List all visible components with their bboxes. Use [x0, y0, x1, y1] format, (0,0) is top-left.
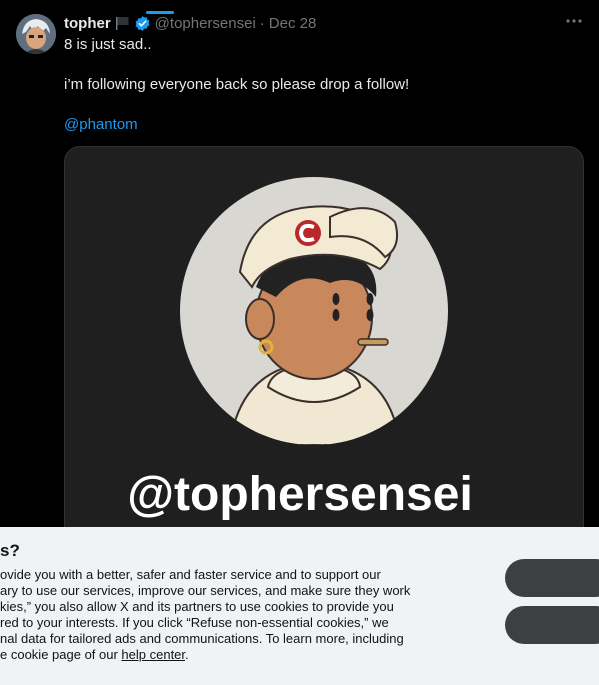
- profile-illustration: [180, 177, 448, 445]
- tweet-date[interactable]: Dec 28: [269, 15, 317, 32]
- cookie-line-3: kies,” you also allow X and its partners…: [0, 599, 394, 614]
- accept-all-cookies-button[interactable]: [505, 559, 599, 597]
- cookie-title: s?: [0, 541, 20, 560]
- separator: ·: [259, 14, 265, 32]
- author-name[interactable]: topher: [64, 15, 111, 32]
- refuse-non-essential-cookies-button[interactable]: [505, 606, 599, 644]
- media-card[interactable]: @tophersensei: [64, 146, 584, 568]
- cookie-line-6: e cookie page of our help center.: [0, 647, 440, 663]
- mention-link[interactable]: @phantom: [64, 116, 138, 133]
- flag-icon: [115, 16, 131, 30]
- card-handle-text: @tophersensei: [127, 468, 473, 521]
- cookie-line-2: ary to use our services, improve our ser…: [0, 583, 411, 598]
- verified-badge-icon[interactable]: [134, 15, 151, 32]
- tweet-text-line-1: 8 is just sad..: [64, 36, 152, 53]
- more-options-icon[interactable]: [563, 14, 585, 28]
- tweet-text-line-2: i’m following everyone back so please dr…: [64, 76, 410, 93]
- tweet-header: topher @tophersensei · Dec 28: [64, 13, 316, 33]
- author-handle[interactable]: @tophersensei: [155, 15, 256, 32]
- cookie-line-5: nal data for tailored ads and communicat…: [0, 631, 404, 646]
- cookie-line-1: ovide you with a better, safer and faste…: [0, 567, 381, 582]
- cookie-line-6-suffix: .: [185, 647, 189, 662]
- tweet[interactable]: topher @tophersensei · Dec 28 8 is just …: [0, 0, 599, 685]
- help-center-link[interactable]: help center: [121, 647, 185, 662]
- cookie-body: ovide you with a better, safer and faste…: [0, 567, 440, 663]
- author-avatar[interactable]: [16, 14, 56, 54]
- cookie-line-4: red to your interests. If you click “Ref…: [0, 615, 389, 630]
- cookie-line-6-text: e cookie page of our: [0, 647, 122, 662]
- cookie-banner: s? ovide you with a better, safer and fa…: [0, 527, 599, 685]
- avatar-image: [16, 14, 56, 54]
